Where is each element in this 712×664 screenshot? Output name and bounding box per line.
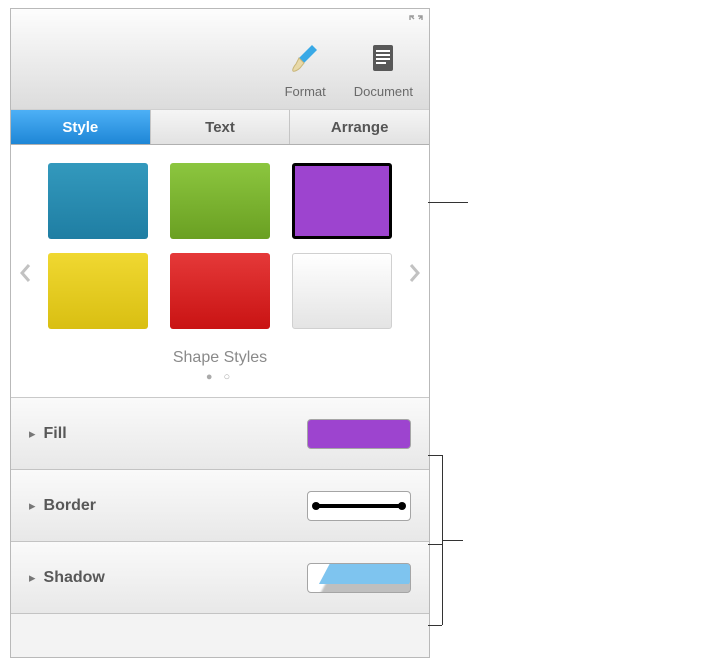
style-swatch-yellow[interactable] [48, 253, 148, 329]
document-icon [369, 41, 397, 80]
paintbrush-icon [288, 41, 322, 80]
fill-color-well[interactable] [307, 419, 411, 449]
format-button[interactable]: Format [285, 41, 326, 99]
shadow-sample-shape [319, 563, 411, 584]
callout-line [428, 625, 442, 626]
style-swatch-white[interactable] [292, 253, 392, 329]
shadow-label: Shadow [44, 569, 307, 587]
border-label: Border [44, 497, 307, 515]
disclosure-triangle-icon[interactable]: ▸ [29, 570, 36, 586]
disclosure-triangle-icon[interactable]: ▸ [29, 498, 36, 514]
inspector-panel: Format Document Style Text Arrange [10, 8, 430, 658]
swatch-shadow [299, 228, 393, 246]
page-dots[interactable]: ● ○ [17, 367, 423, 393]
border-style-well[interactable] [307, 491, 411, 521]
format-label: Format [285, 84, 326, 99]
document-button[interactable]: Document [354, 41, 413, 99]
swatch-row-2 [17, 253, 423, 329]
border-sample-line [316, 504, 402, 508]
fill-row: ▸ Fill [11, 398, 429, 470]
tab-style[interactable]: Style [11, 110, 151, 144]
toolbar: Format Document [11, 9, 429, 109]
gallery-next-button[interactable] [407, 263, 421, 289]
disclosure-triangle-icon[interactable]: ▸ [29, 426, 36, 442]
border-row: ▸ Border [11, 470, 429, 542]
callout-line [428, 202, 468, 203]
document-label: Document [354, 84, 413, 99]
swatch-row-1 [17, 163, 423, 239]
shadow-style-well[interactable] [307, 563, 411, 593]
tab-arrange[interactable]: Arrange [290, 110, 429, 144]
style-swatch-purple-selected[interactable] [292, 163, 392, 239]
shadow-row: ▸ Shadow [11, 542, 429, 614]
gallery-prev-button[interactable] [19, 263, 33, 289]
callout-line [443, 540, 463, 541]
fill-label: Fill [44, 425, 307, 443]
callout-line [428, 544, 442, 545]
tab-text[interactable]: Text [151, 110, 291, 144]
enter-fullscreen-icon[interactable] [409, 15, 423, 34]
callout-line [428, 455, 442, 456]
style-swatch-red[interactable] [170, 253, 270, 329]
style-swatch-green[interactable] [170, 163, 270, 239]
style-swatch-teal[interactable] [48, 163, 148, 239]
shape-styles-gallery: Shape Styles ● ○ [11, 145, 429, 398]
inspector-tabs: Style Text Arrange [11, 109, 429, 145]
gallery-title: Shape Styles [17, 343, 423, 367]
